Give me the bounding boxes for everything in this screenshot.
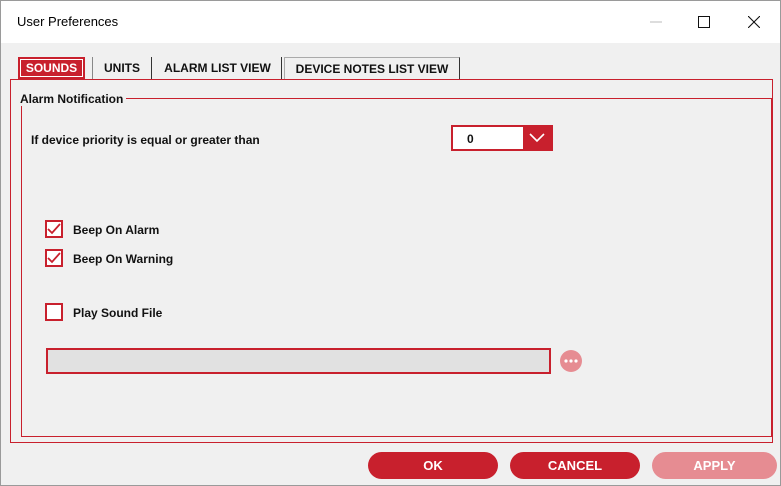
browse-button[interactable] bbox=[560, 350, 582, 372]
cancel-button[interactable]: CANCEL bbox=[510, 452, 640, 479]
checkmark-icon bbox=[47, 223, 61, 235]
maximize-icon bbox=[698, 16, 710, 28]
priority-select[interactable]: 0 bbox=[451, 125, 553, 151]
tab-units[interactable]: UNITS bbox=[92, 57, 152, 79]
ok-button[interactable]: OK bbox=[368, 452, 498, 479]
beep-on-warning-checkbox[interactable] bbox=[45, 249, 63, 267]
more-icon bbox=[564, 359, 578, 363]
play-sound-file-label[interactable]: Play Sound File bbox=[73, 306, 162, 320]
close-icon bbox=[748, 16, 760, 28]
minimize-button[interactable] bbox=[633, 1, 679, 43]
beep-on-alarm-label[interactable]: Beep On Alarm bbox=[73, 223, 159, 237]
priority-label: If device priority is equal or greater t… bbox=[31, 133, 260, 147]
sound-file-path-input[interactable] bbox=[46, 348, 551, 374]
tab-device-notes-list-view[interactable]: DEVICE NOTES LIST VIEW bbox=[284, 57, 460, 79]
sounds-tab-panel: Alarm Notification If device priority is… bbox=[10, 79, 773, 443]
tab-alarm-list-view[interactable]: ALARM LIST VIEW bbox=[154, 57, 282, 79]
chevron-down-icon bbox=[529, 133, 545, 143]
user-preferences-window: User Preferences SOUNDS UNITS ALARM LIST… bbox=[0, 0, 781, 486]
minimize-icon bbox=[650, 21, 662, 23]
maximize-button[interactable] bbox=[681, 1, 727, 43]
beep-on-warning-label[interactable]: Beep On Warning bbox=[73, 252, 173, 266]
apply-button[interactable]: APPLY bbox=[652, 452, 777, 479]
window-title: User Preferences bbox=[17, 14, 119, 29]
priority-select-arrow[interactable] bbox=[523, 127, 551, 149]
alarm-notification-legend: Alarm Notification bbox=[17, 92, 127, 106]
tab-sounds[interactable]: SOUNDS bbox=[18, 57, 85, 79]
play-sound-file-checkbox[interactable] bbox=[45, 303, 63, 321]
alarm-notification-group bbox=[21, 98, 772, 437]
checkmark-icon bbox=[47, 252, 61, 264]
close-button[interactable] bbox=[731, 1, 777, 43]
priority-select-value: 0 bbox=[467, 132, 474, 146]
beep-on-alarm-checkbox[interactable] bbox=[45, 220, 63, 238]
title-bar[interactable]: User Preferences bbox=[1, 1, 780, 43]
